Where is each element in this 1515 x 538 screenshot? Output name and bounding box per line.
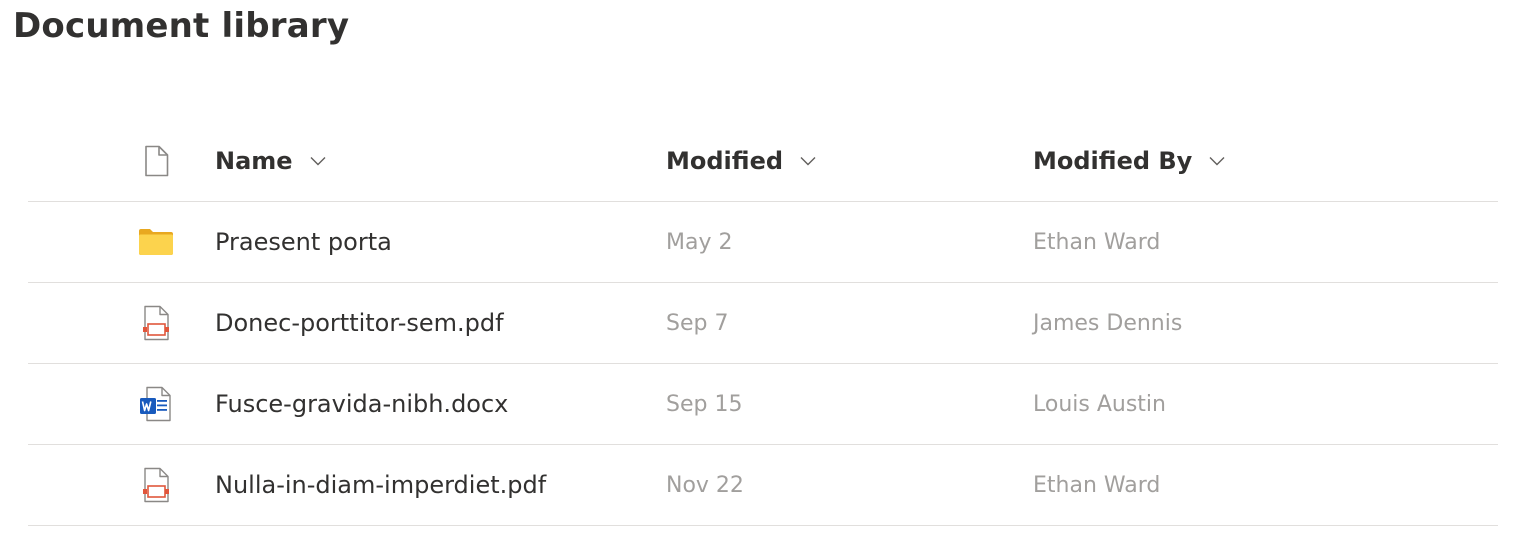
- modified-by-user: Ethan Ward: [1033, 472, 1161, 498]
- chevron-down-icon: [799, 152, 817, 170]
- row-name-cell: Praesent porta: [215, 202, 392, 282]
- row-icon-cell: [136, 202, 176, 282]
- name-column-label: Name: [215, 146, 293, 175]
- pdf-file-icon: [138, 467, 174, 503]
- row-name-cell: Nulla-in-diam-imperdiet.pdf: [215, 445, 546, 525]
- row-icon-cell: [136, 283, 176, 363]
- row-modified-by-cell: Ethan Ward: [1033, 445, 1160, 525]
- modified-column-label: Modified: [666, 146, 784, 175]
- column-header-row: Name Modified Modified By: [28, 120, 1498, 202]
- word-file-icon: [138, 386, 174, 422]
- row-name-cell: Fusce-gravida-nibh.docx: [215, 364, 508, 444]
- pdf-file-icon: [138, 305, 174, 341]
- modified-date: Sep 7: [666, 310, 729, 336]
- list-item[interactable]: Praesent porta May 2 Ethan Ward: [28, 202, 1498, 283]
- chevron-down-icon: [309, 152, 327, 170]
- file-name-link[interactable]: Praesent porta: [215, 228, 392, 256]
- folder-icon: [138, 224, 174, 260]
- modified-by-column-header[interactable]: Modified By: [1033, 120, 1226, 201]
- modified-by-user: Ethan Ward: [1033, 229, 1161, 255]
- file-name-link[interactable]: Nulla-in-diam-imperdiet.pdf: [215, 471, 546, 499]
- document-list: Name Modified Modified By Praesent porta…: [28, 120, 1498, 526]
- row-modified-cell: May 2: [666, 202, 732, 282]
- page-title: Document library: [13, 6, 350, 46]
- file-name-link[interactable]: Donec-porttitor-sem.pdf: [215, 309, 504, 337]
- row-modified-by-cell: Ethan Ward: [1033, 202, 1160, 282]
- modified-by-column-label: Modified By: [1033, 146, 1193, 175]
- row-modified-by-cell: James Dennis: [1033, 283, 1182, 363]
- list-item[interactable]: Nulla-in-diam-imperdiet.pdf Nov 22 Ethan…: [28, 445, 1498, 526]
- row-icon-cell: [136, 445, 176, 525]
- file-type-column-header[interactable]: [136, 120, 176, 201]
- row-modified-cell: Sep 15: [666, 364, 742, 444]
- row-name-cell: Donec-porttitor-sem.pdf: [215, 283, 504, 363]
- modified-date: Sep 15: [666, 391, 743, 417]
- row-icon-cell: [136, 364, 176, 444]
- modified-by-user: James Dennis: [1033, 310, 1183, 336]
- modified-column-header[interactable]: Modified: [666, 120, 817, 201]
- modified-date: Nov 22: [666, 472, 744, 498]
- row-modified-cell: Sep 7: [666, 283, 728, 363]
- modified-by-user: Louis Austin: [1033, 391, 1166, 417]
- list-item[interactable]: Donec-porttitor-sem.pdf Sep 7 James Denn…: [28, 283, 1498, 364]
- row-modified-cell: Nov 22: [666, 445, 744, 525]
- document-icon: [138, 143, 174, 179]
- list-item[interactable]: Fusce-gravida-nibh.docx Sep 15 Louis Aus…: [28, 364, 1498, 445]
- modified-date: May 2: [666, 229, 733, 255]
- file-name-link[interactable]: Fusce-gravida-nibh.docx: [215, 390, 508, 418]
- row-modified-by-cell: Louis Austin: [1033, 364, 1166, 444]
- chevron-down-icon: [1208, 152, 1226, 170]
- name-column-header[interactable]: Name: [215, 120, 327, 201]
